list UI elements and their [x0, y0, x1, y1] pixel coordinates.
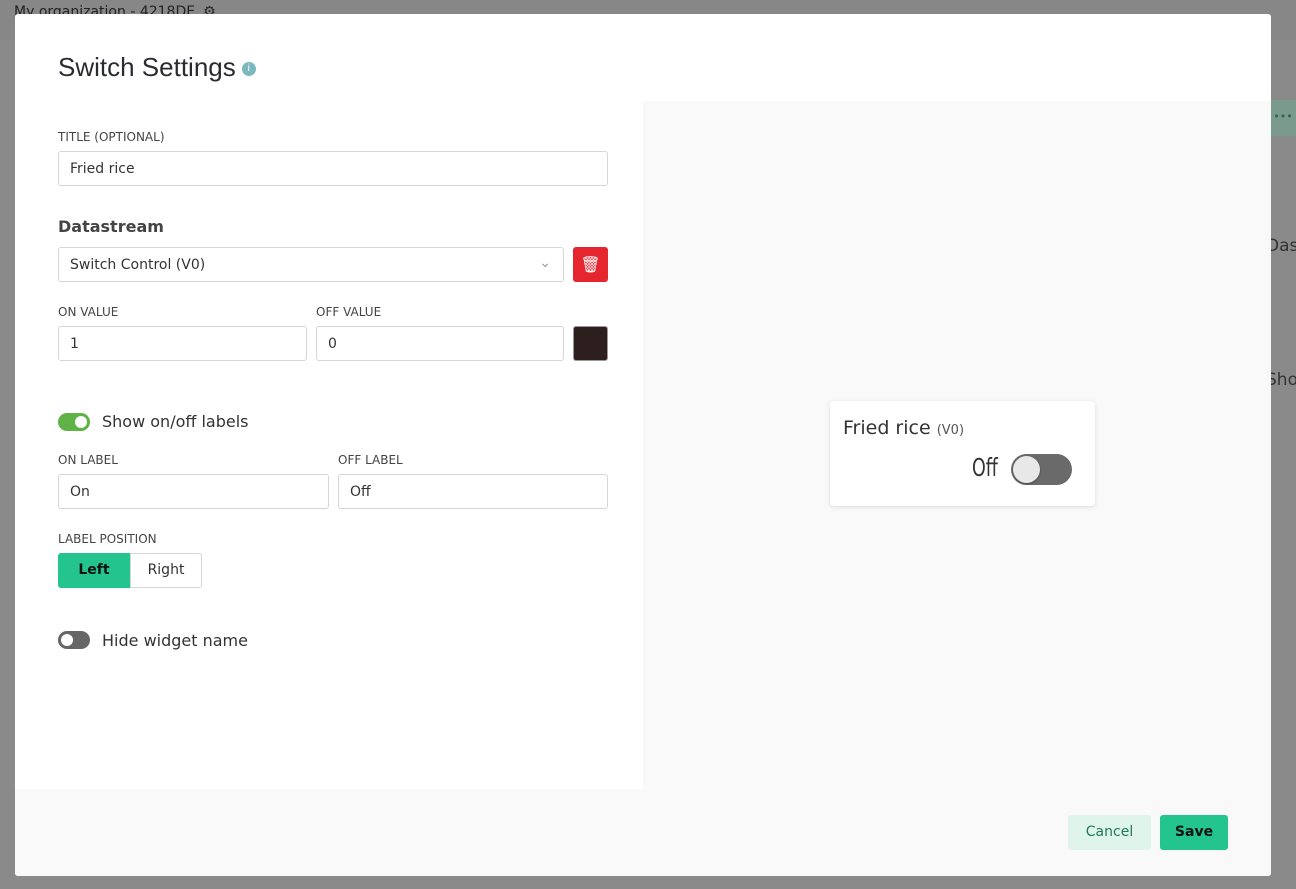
- position-right-button[interactable]: Right: [130, 553, 202, 588]
- hide-name-toggle[interactable]: [58, 631, 90, 649]
- switch-settings-modal: Switch Settings i TITLE (OPTIONAL) Fried …: [15, 14, 1271, 876]
- title-label: TITLE (OPTIONAL): [58, 130, 165, 144]
- chevron-down-icon: ⌄: [539, 255, 551, 271]
- more-icon: •••: [1270, 100, 1296, 136]
- save-button[interactable]: Save: [1160, 815, 1228, 850]
- datastream-select[interactable]: Switch Control (V0) ⌄: [58, 247, 564, 282]
- on-value-input[interactable]: 1: [58, 326, 307, 361]
- show-labels-toggle[interactable]: [58, 413, 90, 431]
- widget-title: Fried rice (V0): [843, 417, 965, 439]
- hide-name-label: Hide widget name: [102, 631, 248, 650]
- off-value-label: OFF VALUE: [316, 305, 382, 319]
- trash-icon: 🗑: [580, 255, 601, 274]
- on-value-label: ON VALUE: [58, 305, 119, 319]
- on-label-input[interactable]: On: [58, 474, 329, 509]
- off-value-input[interactable]: 0: [316, 326, 564, 361]
- preview-switch[interactable]: [1011, 454, 1072, 485]
- datastream-heading: Datastream: [58, 217, 164, 236]
- page-title: Switch Settings i: [58, 52, 256, 83]
- label-position-label: LABEL POSITION: [58, 532, 157, 546]
- position-left-button[interactable]: Left: [58, 553, 130, 588]
- delete-datastream-button[interactable]: 🗑: [573, 247, 608, 282]
- switch-state-label: Off: [972, 453, 998, 482]
- title-input[interactable]: Fried rice: [58, 151, 608, 186]
- on-label-label: ON LABEL: [58, 453, 118, 467]
- off-label-label: OFF LABEL: [338, 453, 403, 467]
- show-labels-label: Show on/off labels: [102, 412, 249, 431]
- footer-left: [15, 789, 643, 876]
- widget-pin: (V0): [936, 423, 965, 438]
- info-icon[interactable]: i: [241, 62, 256, 77]
- datastream-value: Switch Control (V0): [70, 257, 206, 273]
- off-label-input[interactable]: Off: [338, 474, 608, 509]
- cancel-button[interactable]: Cancel: [1068, 815, 1151, 850]
- color-picker[interactable]: [573, 326, 608, 361]
- switch-preview-widget: Fried rice (V0) Off: [830, 401, 1095, 506]
